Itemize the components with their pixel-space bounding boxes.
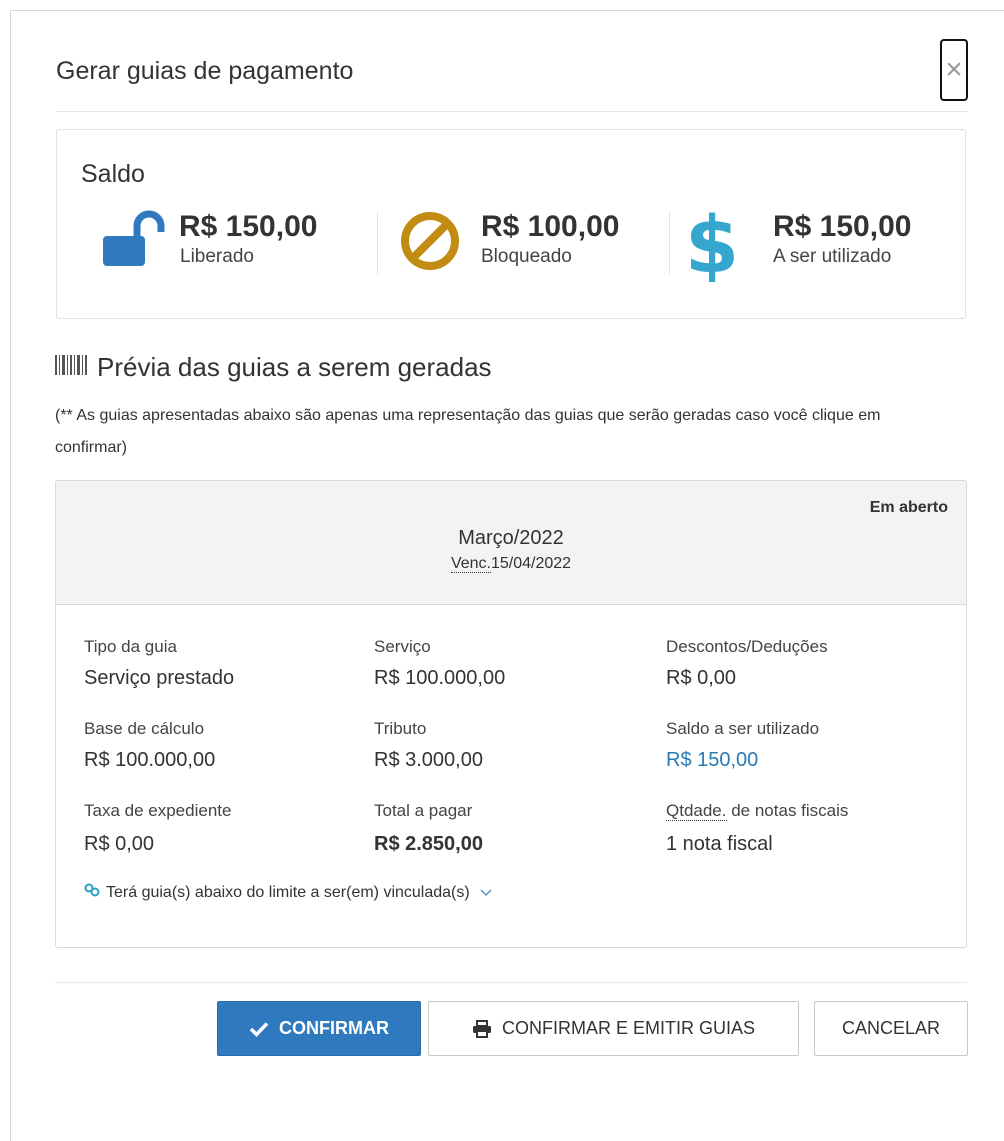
close-button[interactable]: × <box>940 39 968 101</box>
cancel-label: CANCELAR <box>841 1018 941 1038</box>
saldo-bloqueado: R$ 100,00 Bloqueado <box>397 208 657 278</box>
field-label: Total a pagar <box>374 801 473 820</box>
link-icon <box>84 883 100 902</box>
svg-text:$: $ <box>689 202 735 282</box>
field-value: R$ 100.000,00 <box>84 749 216 771</box>
guia-due-date: Venc.15/04/2022 <box>56 555 966 573</box>
guia-header: Em aberto Março/2022 Venc.15/04/2022 <box>56 481 966 605</box>
guia-period: Março/2022 <box>458 527 564 549</box>
print-icon <box>472 1019 492 1038</box>
field-label: Tipo da guia <box>84 637 177 656</box>
field-label: Taxa de expediente <box>84 801 232 820</box>
saldo-bloqueado-label: Bloqueado <box>481 246 572 267</box>
field-value: R$ 100.000,00 <box>374 667 506 689</box>
dollar-icon: $ <box>685 201 739 291</box>
field-label: Descontos/Deduções <box>666 637 828 656</box>
confirm-label: CONFIRMAR <box>279 1018 389 1038</box>
field-label: Serviço <box>374 637 431 656</box>
saldo-title: Saldo <box>81 160 145 188</box>
field-label: Saldo a ser utilizado <box>666 719 820 738</box>
modal-header: Gerar guias de pagamento × <box>56 39 968 112</box>
saldo-utilizar-amount: R$ 150,00 <box>773 210 912 243</box>
confirm-emit-label: CONFIRMAR E EMITIR GUIAS <box>501 1018 755 1038</box>
unlock-icon <box>93 208 165 275</box>
confirm-button[interactable]: CONFIRMAR <box>217 1001 421 1056</box>
field-value: R$ 3.000,00 <box>374 749 483 771</box>
field-label: Base de cálculo <box>84 719 205 738</box>
preview-title: Prévia das guias a serem geradas <box>97 352 492 382</box>
preview-heading: Prévia das guias a serem geradas <box>55 352 492 383</box>
venc-date: 15/04/2022 <box>490 555 572 572</box>
status-badge: Em aberto <box>869 499 948 516</box>
qtd-notas-label: Qtdade. de notas fiscais <box>666 801 848 821</box>
divider <box>377 212 378 274</box>
saldo-utilizar: $ R$ 150,00 A ser utilizado <box>685 201 949 291</box>
preview-note: (** As guias apresentadas abaixo são ape… <box>55 407 881 456</box>
close-icon: × <box>945 53 963 86</box>
field-value: R$ 0,00 <box>84 833 155 855</box>
venc-abbr: Venc. <box>450 555 491 573</box>
chevron-down-icon <box>480 886 492 900</box>
saldo-panel: Saldo R$ 150,00 Liberado R$ 100,00 Bloqu… <box>56 129 966 319</box>
saldo-bloqueado-amount: R$ 100,00 <box>481 210 620 243</box>
check-icon <box>249 1021 269 1037</box>
divider <box>669 212 670 274</box>
field-value: R$ 0,00 <box>666 667 737 689</box>
field-label: Tributo <box>374 719 427 738</box>
qtd-notas-value: 1 nota fiscal <box>666 833 773 855</box>
guia-card: Em aberto Março/2022 Venc.15/04/2022 Tip… <box>55 480 967 948</box>
saldo-liberado: R$ 150,00 Liberado <box>93 208 353 278</box>
saldo-utilizado-value: R$ 150,00 <box>666 749 759 771</box>
vinculadas-label: Terá guia(s) abaixo do limite a ser(em) … <box>106 883 470 901</box>
qtd-abbr: Qtdade. <box>666 801 727 821</box>
qtd-label-rest: de notas fiscais <box>726 801 849 820</box>
confirm-emit-button[interactable]: CONFIRMAR E EMITIR GUIAS <box>428 1001 799 1056</box>
modal-title: Gerar guias de pagamento <box>56 57 354 85</box>
vinculadas-toggle[interactable]: Terá guia(s) abaixo do limite a ser(em) … <box>84 883 492 902</box>
cancel-button[interactable]: CANCELAR <box>814 1001 968 1056</box>
saldo-liberado-amount: R$ 150,00 <box>179 210 318 243</box>
ban-icon <box>397 208 463 279</box>
saldo-liberado-label: Liberado <box>180 246 254 267</box>
saldo-utilizar-label: A ser utilizado <box>773 246 892 267</box>
total-value: R$ 2.850,00 <box>374 833 483 855</box>
footer-divider <box>55 982 967 983</box>
field-value: Serviço prestado <box>84 667 235 689</box>
barcode-icon <box>55 352 87 383</box>
